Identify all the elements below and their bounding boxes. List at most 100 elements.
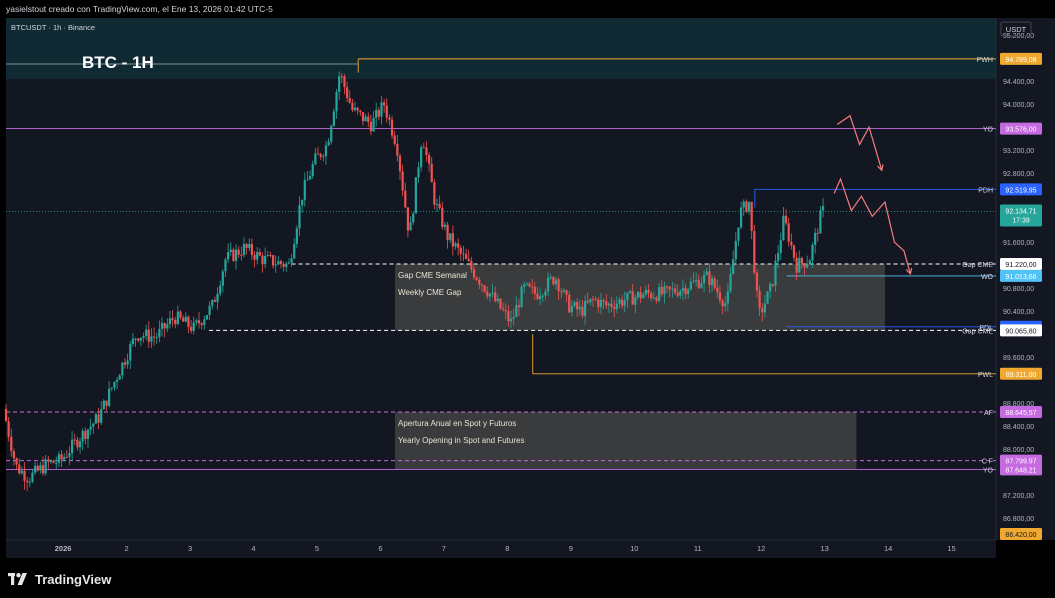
candle-body — [248, 243, 251, 248]
candle-body — [361, 112, 365, 122]
candle-body — [145, 329, 148, 337]
price-chart[interactable]: Gap CME Semanal Weekly CME Gap Apertura An… — [0, 18, 1055, 558]
price-tick-label: 93.200,00 — [1003, 148, 1034, 155]
candle-body — [618, 299, 621, 304]
candle-body — [224, 259, 227, 272]
level-price-label: 91.220,00 — [1005, 262, 1036, 269]
candle-body — [784, 215, 788, 224]
candle-body — [782, 215, 785, 241]
candle-body — [755, 272, 759, 291]
candle-body — [732, 259, 735, 275]
candle-body — [256, 251, 259, 260]
candle-body — [750, 201, 753, 231]
candle-body — [739, 207, 743, 228]
candle-body — [71, 439, 74, 454]
candle-body — [684, 287, 687, 295]
tradingview-logo[interactable]: TradingView — [8, 571, 111, 587]
candle-body — [346, 87, 349, 99]
candle-body — [163, 323, 166, 329]
candle-body — [113, 381, 116, 388]
candle-body — [348, 98, 351, 103]
candle-body — [771, 284, 774, 286]
candle-body — [129, 344, 132, 361]
candle-body — [102, 400, 105, 410]
candle-body — [710, 278, 714, 286]
candle-body — [681, 287, 685, 292]
time-tick-label: 4 — [251, 544, 255, 553]
candle-body — [811, 244, 814, 261]
level-tag: WO — [981, 274, 994, 281]
level-price-label: 91.013,66 — [1005, 274, 1036, 281]
time-tick-label: 8 — [505, 544, 509, 553]
candle-body — [425, 147, 428, 156]
price-tick-label: 90.800,00 — [1003, 286, 1034, 293]
candle-body — [777, 253, 780, 262]
candle-body — [451, 233, 454, 247]
level-tag: YO — [983, 467, 994, 474]
candle-body — [679, 291, 682, 296]
candle-body — [242, 243, 246, 255]
candle-body — [687, 289, 690, 295]
candle-body — [628, 291, 632, 293]
candle-body — [541, 295, 544, 297]
candle-body — [219, 285, 222, 294]
candle-body — [420, 147, 423, 168]
candle-body — [792, 245, 796, 258]
candle-body — [589, 298, 592, 303]
candle-body — [507, 311, 510, 322]
candle-body — [68, 453, 71, 457]
candle-body — [472, 269, 476, 278]
candle-body — [123, 362, 127, 365]
candle-body — [208, 305, 211, 316]
candle-body — [274, 264, 277, 266]
candle-body — [31, 472, 34, 482]
candle-body — [380, 102, 383, 117]
candle-body — [814, 232, 817, 245]
candle-body — [131, 338, 135, 345]
time-tick-label: 5 — [315, 544, 319, 553]
candle-body — [718, 292, 722, 301]
symbol-line: BTCUSDT · 1h · Binance — [11, 23, 95, 32]
candle-body — [94, 414, 98, 424]
time-tick-label: 10 — [630, 544, 638, 553]
candle-body — [383, 102, 386, 106]
time-tick-label: 2 — [124, 544, 128, 553]
candle-body — [308, 176, 312, 180]
candle-body — [108, 388, 111, 406]
candle-body — [293, 243, 296, 259]
candle-body — [324, 145, 328, 157]
candle-body — [81, 430, 84, 442]
candle-body — [713, 278, 716, 288]
price-tick-label: 92.800,00 — [1003, 171, 1034, 178]
candle-body — [340, 76, 343, 78]
candle-body — [258, 251, 261, 256]
price-tick-label: 88.000,00 — [1003, 447, 1034, 454]
candle-body — [808, 260, 811, 265]
candle-body — [158, 328, 161, 338]
candle-body — [549, 277, 552, 279]
time-tick-label: 13 — [820, 544, 828, 553]
candle-body — [375, 109, 378, 118]
time-axis[interactable]: 2026 2 3 4 5 6 7 8 9 10 11 12 13 14 15 — [55, 544, 956, 553]
candle-body — [430, 163, 433, 183]
level-price-label: 90.065,80 — [1005, 328, 1036, 335]
candle-body — [356, 107, 359, 111]
candle-body — [327, 141, 330, 146]
candle-body — [245, 243, 248, 248]
candle-body — [729, 274, 732, 292]
candle-body — [49, 460, 53, 462]
currency-label: USDT — [1006, 25, 1027, 34]
candle-body — [171, 318, 174, 321]
candle-body — [409, 222, 412, 231]
candle-body — [118, 375, 121, 380]
candle-body — [446, 224, 449, 241]
zone-label-en: Weekly CME Gap — [398, 288, 462, 297]
candle-body — [626, 292, 629, 301]
candle-body — [631, 291, 634, 305]
candle-body — [110, 387, 113, 389]
candle-body — [533, 286, 536, 294]
candle-body — [560, 291, 563, 293]
candle-body — [467, 258, 470, 261]
candle-body — [494, 292, 497, 302]
candle-body — [779, 240, 782, 254]
